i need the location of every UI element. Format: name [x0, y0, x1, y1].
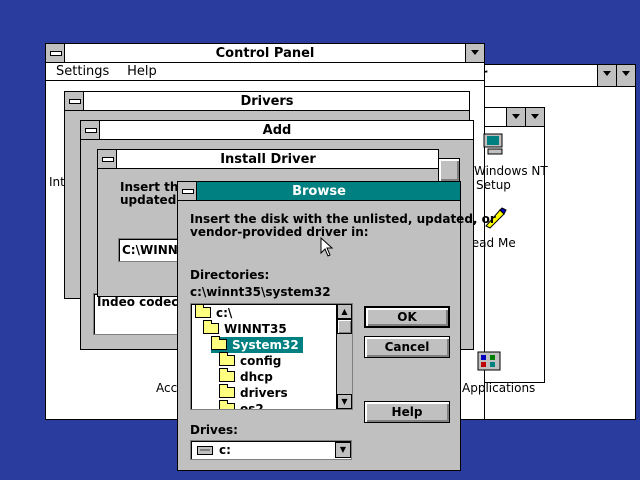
control-panel-titlebar[interactable]: Control Panel — [46, 44, 484, 63]
group-maximize-button[interactable] — [525, 108, 544, 126]
directory-tree[interactable]: c:\ WINNT35 System32 config dhcp drivers os2 ▲… — [190, 303, 353, 410]
directory-item[interactable]: c:\ — [195, 304, 236, 321]
directory-item-label: drivers — [240, 386, 288, 400]
directory-item-label: os2 — [240, 402, 264, 410]
scroll-down-arrow[interactable]: ▼ — [337, 394, 352, 409]
install-driver-ok-button[interactable] — [438, 158, 460, 182]
scroll-up-arrow[interactable]: ▲ — [337, 304, 352, 319]
drives-label: Drives: — [190, 423, 238, 437]
group-minimize-button[interactable] — [506, 108, 525, 126]
acc-label: Acc — [156, 381, 178, 395]
ok-button[interactable]: OK — [364, 306, 450, 328]
directory-item[interactable]: drivers — [219, 384, 292, 401]
directory-item-label: WINNT35 — [224, 322, 287, 336]
help-button[interactable]: Help — [364, 401, 450, 423]
system-menu-icon[interactable] — [178, 182, 197, 200]
browse-prompt-line2: vendor-provided driver in: — [190, 225, 369, 239]
directory-scrollbar[interactable]: ▲ ▼ — [336, 304, 352, 409]
install-driver-titlebar[interactable]: Install Driver — [98, 150, 438, 169]
system-menu-icon[interactable] — [98, 150, 117, 168]
windows-nt-setup-label-2: Setup — [476, 178, 511, 192]
add-titlebar[interactable]: Add — [81, 121, 473, 140]
directory-item-label: config — [240, 354, 282, 368]
directory-item-label: dhcp — [240, 370, 273, 384]
drives-dropdown[interactable]: c: ▼ — [190, 440, 352, 460]
install-driver-path-input[interactable]: C:\WINNT — [118, 238, 186, 262]
directory-item[interactable]: os2 — [219, 400, 268, 410]
directory-item-label: c:\ — [216, 306, 233, 320]
open-folder-icon — [195, 304, 211, 318]
minimize-button[interactable] — [465, 44, 484, 62]
directory-item-label: System32 — [232, 338, 299, 352]
control-panel-title: Control Panel — [215, 46, 315, 61]
applications-icon[interactable] — [476, 350, 504, 374]
directory-item[interactable]: config — [219, 352, 285, 369]
current-directory: c:\winnt35\system32 — [190, 285, 331, 299]
folder-icon — [219, 352, 235, 366]
drivers-titlebar[interactable]: Drivers — [65, 92, 469, 111]
background-window-title: r — [481, 66, 613, 83]
chevron-down-icon[interactable]: ▼ — [335, 442, 351, 458]
drive-value: c: — [219, 443, 231, 457]
folder-icon — [219, 400, 235, 409]
directory-item[interactable]: dhcp — [219, 368, 277, 385]
open-folder-icon — [211, 336, 227, 350]
driver-list[interactable]: Indeo codec b — [93, 293, 191, 335]
menu-settings[interactable]: Settings — [56, 63, 109, 80]
scroll-thumb[interactable] — [337, 319, 352, 334]
folder-icon — [219, 384, 235, 398]
minimize-button[interactable] — [597, 65, 616, 86]
system-menu-icon[interactable] — [65, 92, 84, 110]
drivers-title: Drivers — [240, 94, 294, 109]
add-title: Add — [262, 123, 292, 138]
mouse-cursor-icon — [320, 237, 334, 257]
menu-help[interactable]: Help — [127, 63, 157, 80]
windows-nt-setup-icon[interactable] — [482, 132, 510, 156]
install-driver-title: Install Driver — [220, 152, 316, 167]
applications-label: Applications — [462, 381, 536, 395]
browse-dialog: Browse Insert the disk with the unlisted… — [177, 181, 496, 471]
maximize-button[interactable] — [616, 65, 635, 86]
control-panel-menubar: Settings Help — [46, 63, 484, 81]
folder-icon — [219, 368, 235, 382]
browse-titlebar[interactable]: Browse — [178, 182, 460, 201]
directory-item[interactable]: WINNT35 — [203, 320, 291, 337]
system-menu-icon[interactable] — [46, 44, 65, 62]
directories-label: Directories: — [190, 268, 270, 282]
hard-drive-icon — [197, 446, 213, 455]
cancel-button[interactable]: Cancel — [364, 336, 450, 358]
directory-item[interactable]: System32 — [211, 336, 303, 353]
browse-prompt-line1: Insert the disk with the unlisted, updat… — [190, 212, 496, 226]
open-folder-icon — [203, 320, 219, 334]
browse-title: Browse — [292, 184, 346, 199]
system-menu-icon[interactable] — [81, 121, 100, 139]
windows-nt-setup-label-1: Windows NT — [474, 164, 548, 178]
